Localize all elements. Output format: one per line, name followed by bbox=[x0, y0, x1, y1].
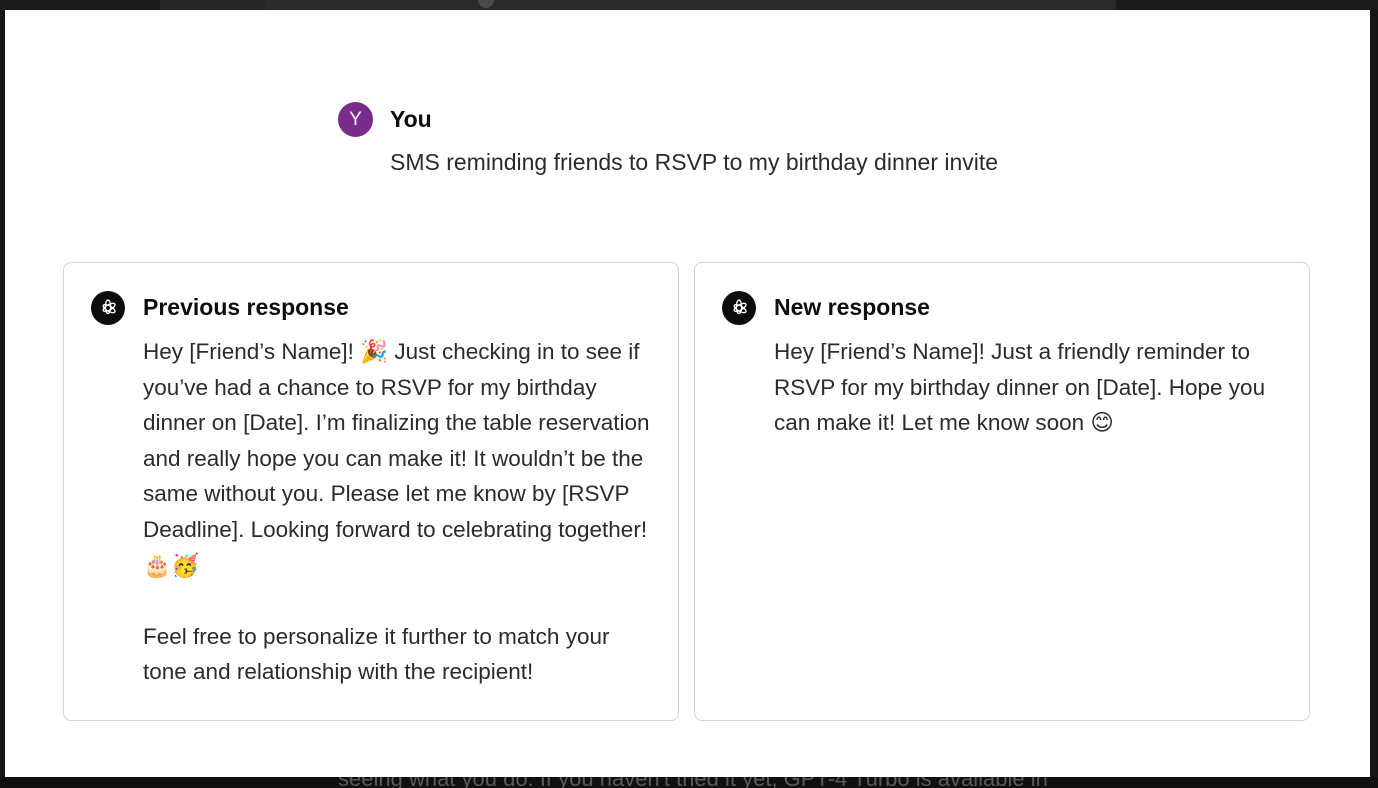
response-title: Previous response bbox=[143, 294, 349, 320]
openai-logo-icon bbox=[722, 291, 756, 325]
response-paragraph: Feel free to personalize it further to m… bbox=[143, 623, 610, 685]
response-paragraph: Hey [Friend’s Name]! Just a friendly rem… bbox=[774, 339, 1266, 436]
background-page-content: seeing what you do. If you haven't tried… bbox=[0, 777, 1378, 788]
background-top-bar bbox=[0, 0, 1378, 10]
new-response-card[interactable]: New response Hey [Friend’s Name]! Just a… bbox=[694, 262, 1310, 721]
background-text: seeing what you do. If you haven't tried… bbox=[338, 777, 1048, 788]
response-comparison-modal: Y You SMS reminding friends to RSVP to m… bbox=[5, 10, 1370, 777]
previous-response-card[interactable]: Previous response Hey [Friend’s Name]! 🎉… bbox=[63, 262, 679, 721]
response-title: New response bbox=[774, 294, 930, 320]
user-name: You bbox=[390, 106, 432, 132]
response-paragraph: Hey [Friend’s Name]! 🎉 Just checking in … bbox=[143, 339, 650, 578]
user-message-text: SMS reminding friends to RSVP to my birt… bbox=[390, 149, 999, 175]
background-tab bbox=[160, 0, 266, 10]
response-body: Hey [Friend’s Name]! 🎉 Just checking in … bbox=[143, 334, 658, 690]
background-tab bbox=[266, 0, 1116, 10]
openai-logo-icon bbox=[91, 291, 125, 325]
response-body: Hey [Friend’s Name]! Just a friendly rem… bbox=[774, 334, 1289, 441]
user-avatar: Y bbox=[338, 102, 373, 137]
